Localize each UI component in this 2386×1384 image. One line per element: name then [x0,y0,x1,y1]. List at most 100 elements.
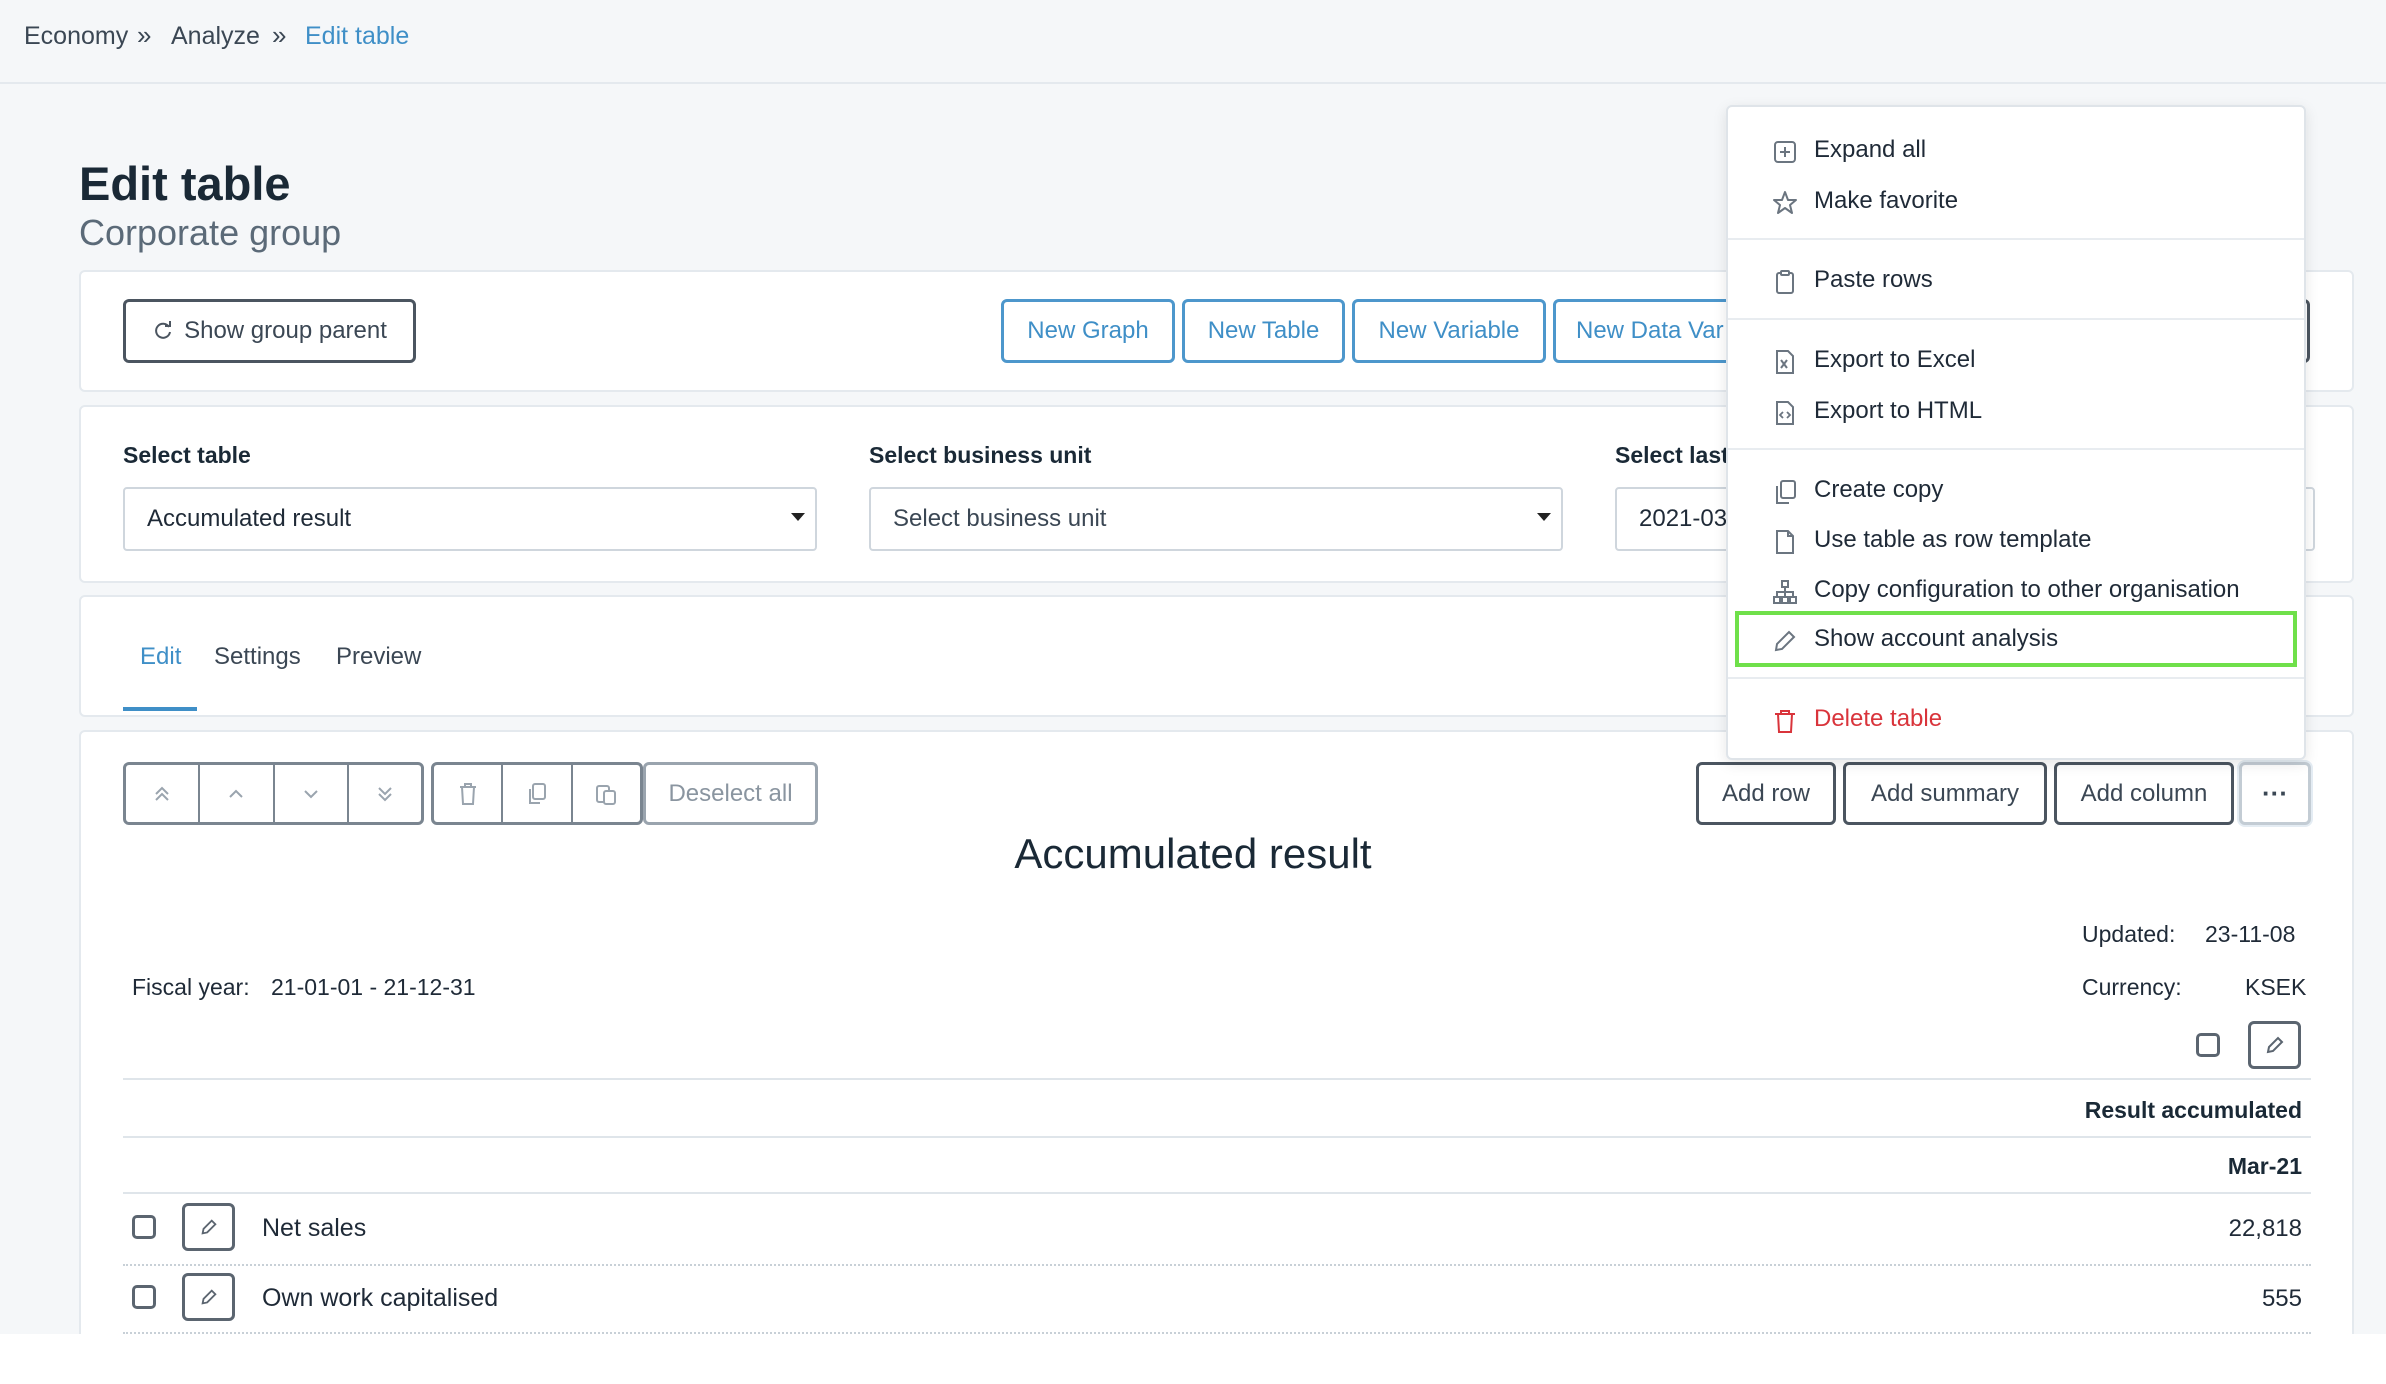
select-table-label: Select table [123,442,251,468]
tab-preview[interactable]: Preview [336,643,421,671]
edit-header-button[interactable] [2248,1021,2301,1069]
paste-rows-button[interactable] [573,765,640,822]
row-actions-group [431,762,643,825]
excel-file-icon [1772,349,1798,375]
table-divider [123,1192,2311,1194]
copy-icon [528,782,546,804]
menu-item-create-copy[interactable]: Create copy [1728,469,2304,513]
row-edit-button[interactable] [182,1273,235,1321]
menu-divider [1728,318,2304,320]
paste-icon [596,784,617,805]
deselect-all-button[interactable]: Deselect all [643,762,818,825]
menu-item-label: Delete table [1814,705,1943,732]
menu-item-export-html[interactable]: Export to HTML [1728,390,2304,434]
fiscal-year-label: Fiscal year: [132,974,250,1000]
move-to-top-button[interactable] [126,765,201,822]
breadcrumb-analyze[interactable]: Analyze [171,22,260,51]
move-up-button[interactable] [200,765,275,822]
pencil-icon [200,1289,217,1305]
select-table-dropdown[interactable]: Accumulated result [123,487,817,551]
more-options-button[interactable]: ··· [2239,762,2311,825]
breadcrumb-separator-icon: » [272,20,287,50]
menu-divider [1728,238,2304,240]
tab-settings[interactable]: Settings [214,643,301,671]
file-icon [1772,529,1798,555]
menu-item-row-template[interactable]: Use table as row template [1728,519,2304,563]
move-down-button[interactable] [275,765,349,822]
chevron-up-icon [229,789,244,798]
copy-icon [1772,479,1798,505]
sitemap-icon [1772,579,1798,605]
table-divider [123,1136,2311,1138]
table-row-label: Net sales [262,1214,367,1242]
plus-square-icon [1772,139,1798,165]
menu-item-show-account-analysis[interactable]: Show account analysis [1728,618,2304,662]
menu-item-label: Create copy [1814,476,1944,503]
menu-item-export-excel[interactable]: Export to Excel [1728,339,2304,383]
row-divider [123,1332,2311,1334]
menu-divider [1728,448,2304,450]
breadcrumb: Economy » Analyze » Edit table [0,0,2386,84]
new-data-variable-button[interactable]: New Data Var [1553,299,1753,363]
breadcrumb-separator-icon: » [137,20,152,50]
double-chevron-up-icon [155,786,169,801]
menu-item-delete-table[interactable]: Delete table [1728,698,2304,742]
business-unit-placeholder: Select business unit [893,505,1107,532]
select-table-value: Accumulated result [147,505,352,532]
caret-down-icon [791,513,805,521]
business-unit-dropdown[interactable]: Select business unit [869,487,1563,551]
clipboard-icon [1772,269,1798,295]
select-all-checkbox[interactable] [2196,1033,2220,1057]
breadcrumb-current: Edit table [305,22,410,50]
delete-rows-button[interactable] [434,765,504,822]
add-row-button[interactable]: Add row [1696,762,1836,825]
table-row-value: 555 [2261,1285,2302,1312]
caret-down-icon [1537,513,1551,521]
chevron-down-icon [303,789,318,798]
move-to-bottom-button[interactable] [349,765,421,822]
menu-item-label: Export to HTML [1814,397,1983,424]
table-title: Accumulated result [1014,830,1372,877]
copy-rows-button[interactable] [503,765,573,822]
row-edit-button[interactable] [182,1203,235,1251]
table-divider [123,1078,2311,1080]
show-group-parent-button[interactable]: Show group parent [123,299,416,363]
fiscal-year-value: 21-01-01 - 21-12-31 [271,974,476,1000]
menu-item-label: Paste rows [1814,266,1933,293]
updated-label: Updated: [2082,921,2176,947]
menu-item-label: Export to Excel [1814,346,1976,373]
menu-item-paste-rows[interactable]: Paste rows [1728,259,2304,303]
code-file-icon [1772,400,1798,426]
tab-edit[interactable]: Edit [140,643,181,671]
column-header: Result accumulated [2084,1097,2302,1123]
active-tab-indicator [123,707,197,711]
add-column-button[interactable]: Add column [2054,762,2234,825]
menu-item-label: Expand all [1814,136,1927,163]
pencil-icon [200,1219,217,1235]
show-group-parent-label: Show group parent [184,317,387,344]
page-subtitle: Corporate group [79,212,342,253]
move-buttons-group [123,762,424,825]
pencil-icon [1772,628,1798,654]
menu-item-make-favorite[interactable]: Make favorite [1728,180,2304,224]
menu-item-copy-configuration[interactable]: Copy configuration to other organisation [1728,569,2304,613]
double-chevron-down-icon [378,786,392,801]
select-last-value: 2021-03 [1639,505,1728,532]
business-unit-label: Select business unit [869,442,1092,468]
column-period: Mar-21 [2227,1153,2302,1179]
row-checkbox[interactable] [132,1215,156,1239]
menu-item-label: Show account analysis [1814,625,2059,652]
select-last-label: Select last [1615,442,1729,468]
menu-item-label: Copy configuration to other organisation [1814,576,2240,603]
refresh-icon [152,320,174,342]
menu-item-expand-all[interactable]: Expand all [1728,129,2304,173]
add-summary-button[interactable]: Add summary [1843,762,2047,825]
row-checkbox[interactable] [132,1285,156,1309]
trash-icon [459,782,476,805]
more-options-menu: Expand all Make favorite Paste rows Expo… [1726,105,2306,760]
new-variable-button[interactable]: New Variable [1352,299,1546,363]
new-table-button[interactable]: New Table [1182,299,1345,363]
pencil-icon [2266,1036,2283,1054]
breadcrumb-economy[interactable]: Economy [24,22,128,51]
new-graph-button[interactable]: New Graph [1001,299,1175,363]
